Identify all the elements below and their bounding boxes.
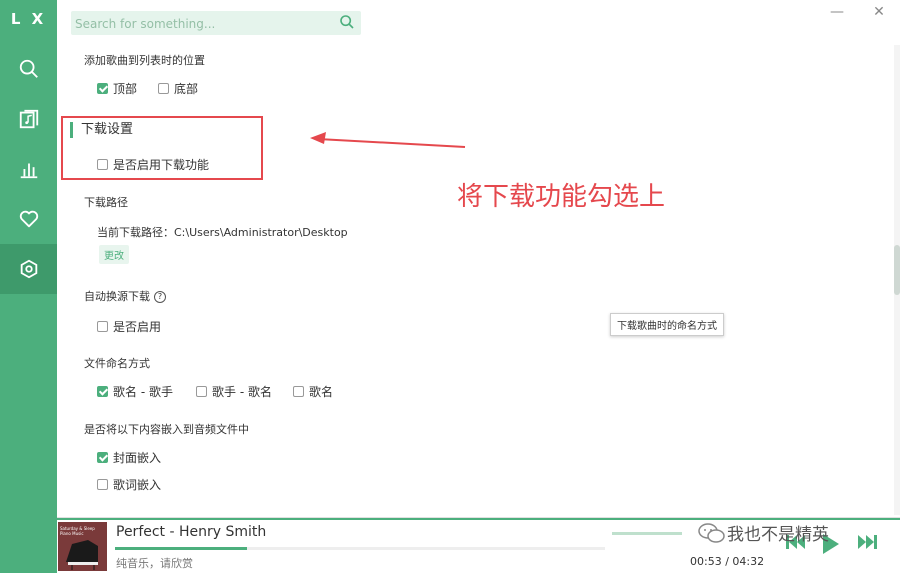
name-only-label: 歌名 xyxy=(309,385,334,399)
piano-image xyxy=(66,540,98,570)
nav-leaderboard[interactable] xyxy=(0,144,57,194)
scrollbar[interactable] xyxy=(894,45,900,515)
song-progress-fill xyxy=(115,547,248,550)
help-icon[interactable]: ? xyxy=(154,291,166,303)
watermark-text: 我也不是精英 xyxy=(727,525,829,545)
checkbox-bottom-label: 底部 xyxy=(174,82,199,96)
search-icon[interactable] xyxy=(339,14,355,30)
heart-icon xyxy=(19,210,38,228)
checkbox-checked-icon xyxy=(97,83,108,94)
annotation-highlight-box xyxy=(61,116,263,180)
checkbox-top[interactable]: 顶部 xyxy=(97,80,137,97)
minimize-button[interactable]: — xyxy=(829,4,845,20)
annotation-text: 将下载功能勾选上 xyxy=(457,182,666,212)
next-track-icon[interactable] xyxy=(855,532,879,552)
song-title: Perfect - Henry Smith xyxy=(116,524,267,540)
auto-switch-enable-label: 是否启用 xyxy=(113,320,162,334)
file-naming-title: 文件命名方式 xyxy=(84,357,150,370)
checkbox-checked-icon xyxy=(97,386,108,397)
album-cover[interactable]: Saturday & Sleep Piano Music xyxy=(58,522,107,571)
add-position-title: 添加歌曲到列表时的位置 xyxy=(84,54,205,67)
embed-lyrics-label: 歌词嵌入 xyxy=(113,478,162,492)
volume-slider[interactable] xyxy=(612,532,682,535)
nav-favorites[interactable] xyxy=(0,194,57,244)
change-path-button[interactable]: 更改 xyxy=(99,245,129,264)
checkbox-bottom[interactable]: 底部 xyxy=(158,80,198,97)
bar-chart-icon xyxy=(20,163,37,179)
download-path-title: 下载路径 xyxy=(84,196,128,209)
wechat-icon xyxy=(698,522,725,543)
download-path-line: 当前下载路径：C:\Users\Administrator\Desktop xyxy=(97,224,348,240)
close-button[interactable]: ✕ xyxy=(871,4,887,20)
name-artist-label: 歌名 - 歌手 xyxy=(113,385,173,399)
checkbox-top-label: 顶部 xyxy=(113,82,138,96)
checkbox-unchecked-icon xyxy=(158,83,169,94)
artist-name-label: 歌手 - 歌名 xyxy=(212,385,272,399)
checkbox-artist-name[interactable]: 歌手 - 歌名 xyxy=(196,383,272,400)
annotation-arrow xyxy=(310,132,466,148)
nav-song-list[interactable] xyxy=(0,94,57,144)
song-subtitle: 纯音乐，请欣赏 xyxy=(116,557,193,570)
checkbox-embed-cover[interactable]: 封面嵌入 xyxy=(97,449,161,466)
checkbox-auto-switch[interactable]: 是否启用 xyxy=(97,318,161,335)
download-path-value: C:\Users\Administrator\Desktop xyxy=(174,226,348,239)
checkbox-unchecked-icon xyxy=(97,479,108,490)
sidebar: L X xyxy=(0,0,57,573)
checkbox-checked-icon xyxy=(97,452,108,463)
search-icon xyxy=(19,59,38,78)
main-panel: — ✕ 添加歌曲到列表时的位置 顶部 底部 下载设置 是否启用下载功能 下载路径… xyxy=(57,0,900,573)
embed-cover-label: 封面嵌入 xyxy=(113,451,162,465)
nav-search[interactable] xyxy=(0,44,57,94)
checkbox-unchecked-icon xyxy=(97,321,108,332)
app-window: L X — ✕ 添加歌曲到列表时的位置 顶部 xyxy=(0,0,900,574)
auto-switch-label: 自动换源下载 xyxy=(84,290,150,303)
checkbox-name-only[interactable]: 歌名 xyxy=(293,383,333,400)
search-input[interactable] xyxy=(71,11,337,37)
embed-title: 是否将以下内容嵌入到音频文件中 xyxy=(84,423,249,436)
nav-settings[interactable] xyxy=(0,244,57,294)
auto-switch-title: 自动换源下载? xyxy=(84,288,166,304)
download-path-label: 当前下载路径： xyxy=(97,226,174,239)
scrollbar-thumb[interactable] xyxy=(894,245,900,295)
watermark: 我也不是精英 xyxy=(697,520,829,545)
checkbox-unchecked-icon xyxy=(293,386,304,397)
app-logo: L X xyxy=(10,10,47,28)
search-bar xyxy=(71,11,361,37)
play-time: 00:53 / 04:32 xyxy=(690,555,765,568)
checkbox-embed-lyrics[interactable]: 歌词嵌入 xyxy=(97,476,161,493)
settings-icon xyxy=(20,259,37,279)
checkbox-unchecked-icon xyxy=(196,386,207,397)
tooltip: 下载歌曲时的命名方式 xyxy=(610,313,724,336)
music-list-icon xyxy=(19,109,38,129)
checkbox-name-artist[interactable]: 歌名 - 歌手 xyxy=(97,383,173,400)
